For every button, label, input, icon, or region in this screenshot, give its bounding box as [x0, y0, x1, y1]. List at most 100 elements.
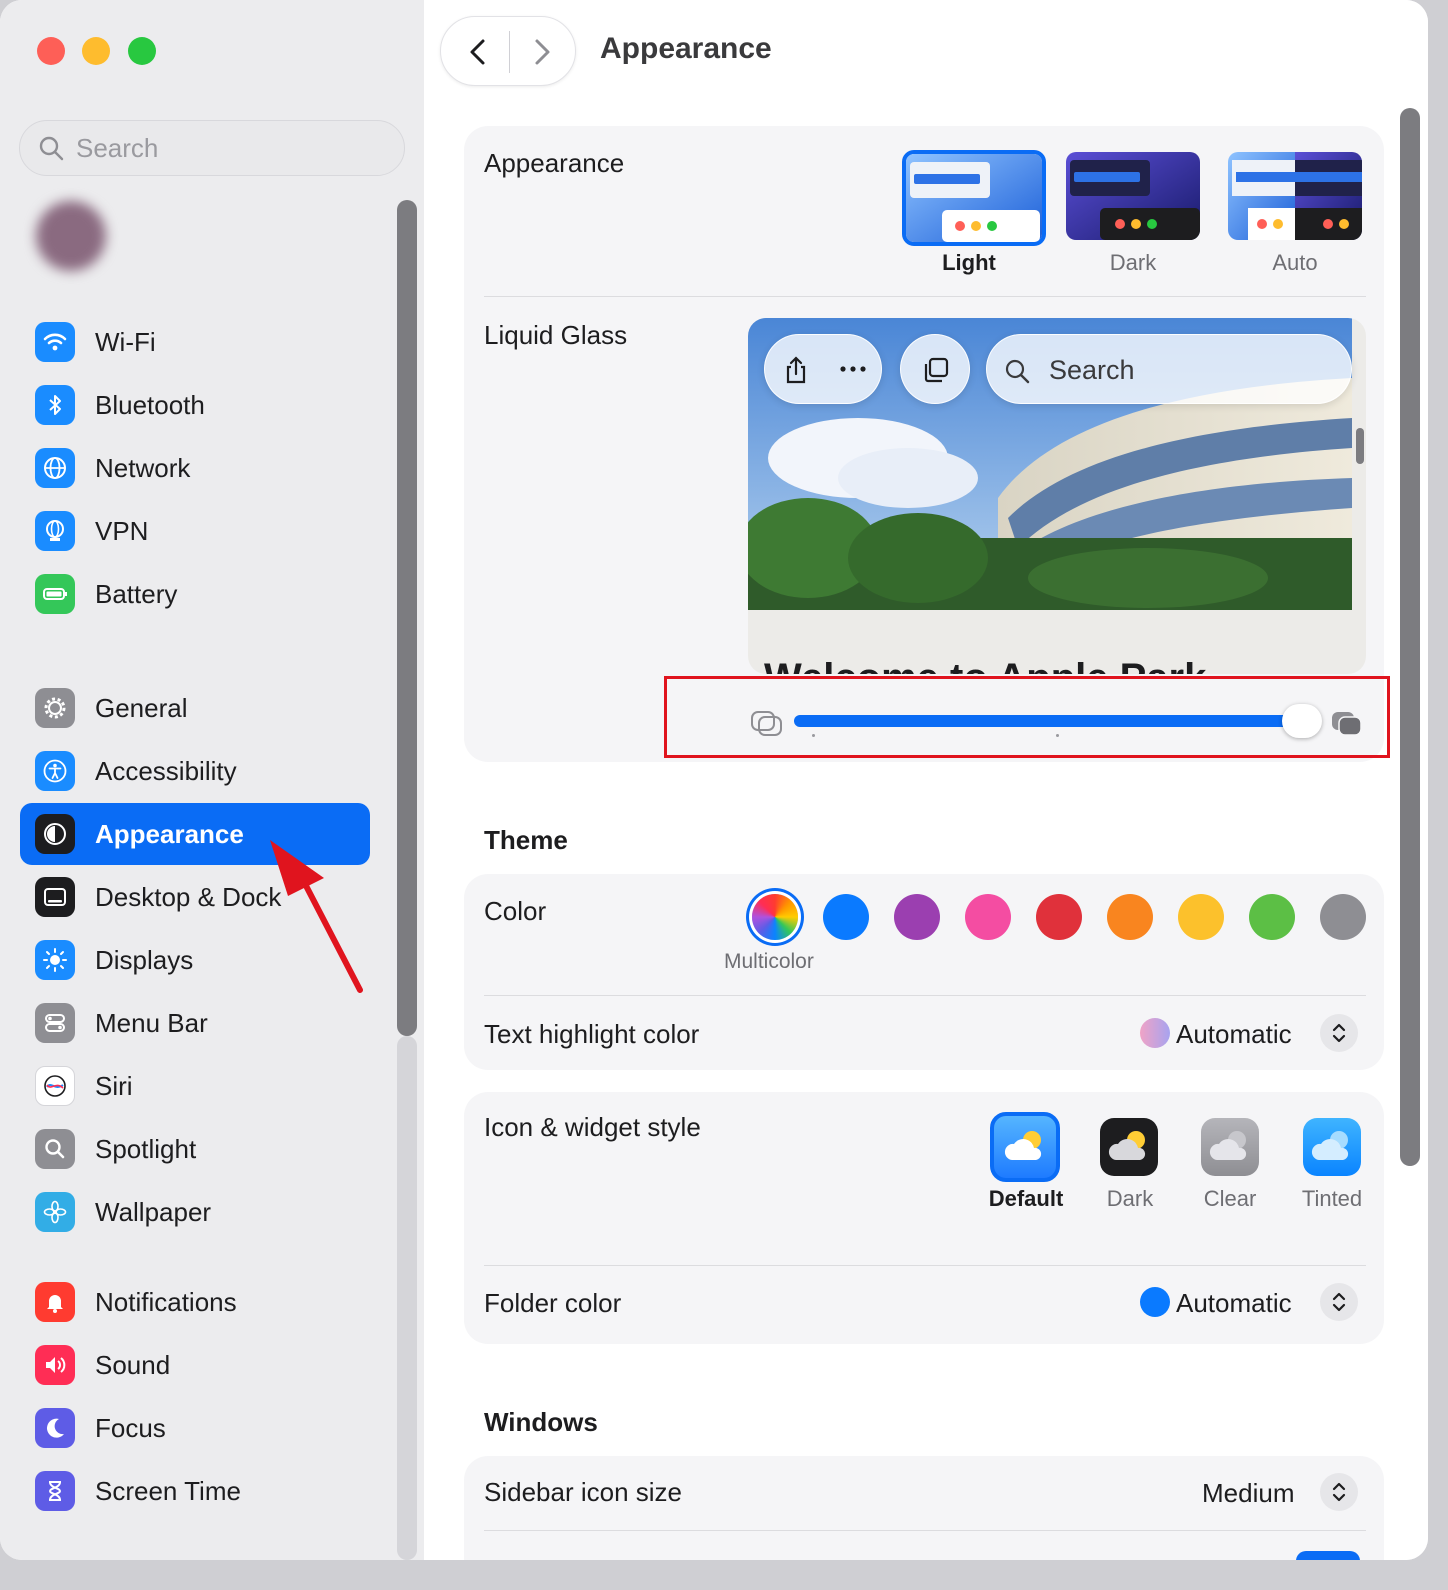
more-icon: [840, 366, 866, 372]
sidebar-item-wifi[interactable]: Wi-Fi: [20, 311, 370, 373]
folder-color-popup-button[interactable]: [1320, 1283, 1358, 1321]
sidebar-item-label: Network: [95, 452, 191, 483]
color-swatch-green[interactable]: [1249, 894, 1295, 940]
row-divider: [484, 1530, 1366, 1531]
sidebar-scrollbar-track[interactable]: [397, 1036, 417, 1560]
sidebar-item-notifications[interactable]: Notifications: [20, 1271, 370, 1333]
sidebar-item-network[interactable]: Network: [20, 437, 370, 499]
sidebar-item-label: Displays: [95, 944, 194, 975]
forward-chevron-icon[interactable]: [523, 33, 561, 71]
globe-icon: [35, 448, 75, 488]
sidebar-icon-size-popup-button[interactable]: [1320, 1473, 1358, 1511]
color-swatch-caption: Multicolor: [724, 950, 814, 973]
theme-section-title: Theme: [484, 825, 568, 855]
gear-icon: [35, 688, 75, 728]
sidebar-item-label: VPN: [95, 515, 149, 546]
sidebar-item-menu-bar[interactable]: Menu Bar: [20, 992, 370, 1054]
color-swatch-blue[interactable]: [823, 894, 869, 940]
preview-scrollbar: [1356, 428, 1364, 464]
appearance-option-light[interactable]: [902, 150, 1046, 246]
color-swatch-yellow[interactable]: [1178, 894, 1224, 940]
preview-heading: Welcome to Apple Park: [764, 656, 1206, 674]
settings-window: Search Wi-Fi Bluetooth Network VPN Batte…: [0, 0, 1428, 1560]
folder-color-dot: [1140, 1287, 1170, 1317]
weather-cloud-sun-icon: [1108, 1131, 1146, 1160]
sidebar-item-label: Accessibility: [95, 755, 237, 786]
appearance-icon: [35, 814, 75, 854]
search-icon: [39, 136, 64, 161]
auto-mode-thumbnail: [1228, 152, 1362, 240]
sidebar-item-label: Screen Time: [95, 1475, 241, 1506]
page-title: Appearance: [600, 32, 772, 65]
sidebar-item-label: General: [95, 692, 188, 723]
sun-icon: [35, 940, 75, 980]
color-swatch-multicolor[interactable]: [752, 894, 798, 940]
folder-color-label: Folder color: [484, 1288, 622, 1318]
annotation-highlight-box: [664, 676, 1390, 758]
search-placeholder: Search: [76, 132, 159, 163]
battery-icon: [35, 574, 75, 614]
sidebar-item-label: Siri: [95, 1070, 133, 1101]
dark-mode-thumbnail: [1066, 152, 1200, 240]
sidebar-item-label: Bluetooth: [95, 389, 205, 420]
chevron-up-down-icon: [1332, 1292, 1346, 1312]
minimize-window-button[interactable]: [82, 37, 110, 65]
back-chevron-icon[interactable]: [459, 33, 497, 71]
sidebar-item-label: Notifications: [95, 1286, 237, 1317]
bell-icon: [35, 1282, 75, 1322]
icon-style-clear[interactable]: [1201, 1118, 1259, 1176]
flower-icon: [35, 1192, 75, 1232]
hourglass-icon: [35, 1471, 75, 1511]
share-icon: [786, 356, 806, 384]
account-row-blurred[interactable]: [36, 196, 296, 276]
sidebar-item-vpn[interactable]: VPN: [20, 500, 370, 562]
sidebar-icon-size-value[interactable]: Medium: [1202, 1478, 1294, 1509]
sidebar-item-accessibility[interactable]: Accessibility: [20, 740, 370, 802]
sidebar-item-label: Menu Bar: [95, 1007, 208, 1038]
sidebar-item-battery[interactable]: Battery: [20, 563, 370, 625]
icon-style-dark[interactable]: [1100, 1118, 1158, 1176]
weather-cloud-sun-icon: [1209, 1131, 1247, 1160]
sidebar-item-general[interactable]: General: [20, 677, 370, 739]
folder-color-value[interactable]: Automatic: [1176, 1288, 1292, 1319]
sidebar-item-sound[interactable]: Sound: [20, 1334, 370, 1396]
sidebar-item-wallpaper[interactable]: Wallpaper: [20, 1181, 370, 1243]
icon-style-tinted[interactable]: [1303, 1118, 1361, 1176]
annotation-arrow: [270, 840, 363, 993]
sidebar-item-bluetooth[interactable]: Bluetooth: [20, 374, 370, 436]
sidebar-item-label: Wallpaper: [95, 1196, 212, 1227]
close-window-button[interactable]: [37, 37, 65, 65]
main-pane: Appearance Appearance Light Dark Auto Li…: [424, 0, 1428, 1560]
icon-style-default[interactable]: [990, 1112, 1060, 1182]
appearance-label: Appearance: [484, 148, 625, 178]
nav-divider: [509, 31, 510, 73]
sidebar-scrollbar-thumb[interactable]: [397, 200, 417, 1036]
appearance-option-label: Light: [942, 250, 996, 275]
color-swatch-red[interactable]: [1036, 894, 1082, 940]
sidebar-search-field[interactable]: Search: [19, 120, 405, 176]
liquid-glass-label: Liquid Glass: [484, 320, 628, 350]
sidebar: Search Wi-Fi Bluetooth Network VPN Batte…: [0, 0, 424, 1560]
sidebar-item-label: Appearance: [95, 818, 244, 849]
partial-toggle[interactable]: [1296, 1551, 1360, 1560]
main-scrollbar-thumb[interactable]: [1400, 108, 1420, 1166]
color-swatch-purple[interactable]: [894, 894, 940, 940]
appearance-option-dark[interactable]: [1066, 152, 1200, 240]
appearance-option-auto[interactable]: [1228, 152, 1362, 240]
color-swatch-graphite[interactable]: [1320, 894, 1366, 940]
sidebar-item-spotlight[interactable]: Spotlight: [20, 1118, 370, 1180]
accessibility-icon: [35, 751, 75, 791]
weather-cloud-sun-icon: [1004, 1131, 1042, 1160]
row-divider: [484, 995, 1366, 996]
color-swatch-pink[interactable]: [965, 894, 1011, 940]
sidebar-item-focus[interactable]: Focus: [20, 1397, 370, 1459]
text-highlight-value[interactable]: Automatic: [1176, 1019, 1292, 1050]
sidebar-item-screen-time[interactable]: Screen Time: [20, 1460, 370, 1522]
liquid-glass-preview: Search Welcome to Apple Park: [748, 318, 1366, 674]
siri-icon: [35, 1066, 75, 1106]
color-swatch-orange[interactable]: [1107, 894, 1153, 940]
preview-search-placeholder: Search: [1049, 355, 1135, 385]
text-highlight-popup-button[interactable]: [1320, 1014, 1358, 1052]
sidebar-item-siri[interactable]: Siri: [20, 1055, 370, 1117]
zoom-window-button[interactable]: [128, 37, 156, 65]
